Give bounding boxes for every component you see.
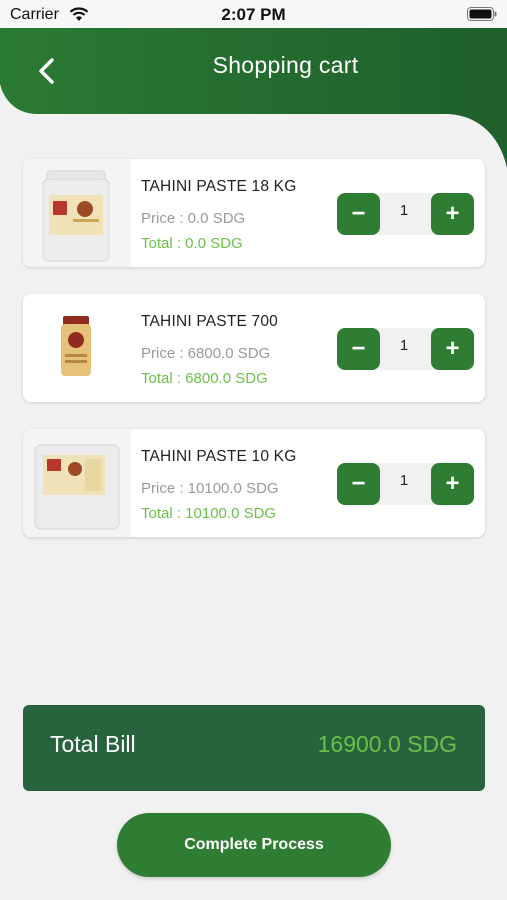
cart-item: TAHINI PASTE 18 KG Price : 0.0 SDG Total… (23, 159, 485, 267)
item-total: Total : 6800.0 SDG (141, 370, 268, 387)
decrease-quantity-button[interactable]: − (337, 193, 380, 235)
total-bill-value: 16900.0 SDG (317, 731, 457, 757)
increase-quantity-button[interactable]: + (431, 328, 474, 370)
decrease-quantity-button[interactable]: − (337, 328, 380, 370)
header-background (0, 28, 507, 168)
item-total: Total : 10100.0 SDG (141, 505, 277, 522)
app-header: Shopping cart (0, 28, 507, 168)
item-name: TAHINI PASTE 18 KG (141, 178, 297, 195)
complete-process-button[interactable]: Complete Process (117, 813, 391, 877)
clock: 2:07 PM (221, 5, 286, 24)
product-image (23, 429, 131, 537)
total-bill-bar: Total Bill 16900.0 SDG (23, 705, 485, 791)
decrease-quantity-button[interactable]: − (337, 463, 380, 505)
battery-icon (467, 7, 497, 21)
cart-item: TAHINI PASTE 10 KG Price : 10100.0 SDG T… (23, 429, 485, 537)
increase-quantity-button[interactable]: + (431, 193, 474, 235)
quantity-value: 1 (399, 472, 409, 489)
item-total: Total : 0.0 SDG (141, 235, 243, 252)
page-title: Shopping cart (212, 52, 359, 78)
status-bar: Carrier 2:07 PM (0, 0, 507, 28)
item-name: TAHINI PASTE 700 (141, 313, 279, 330)
quantity-value: 1 (399, 337, 409, 354)
quantity-value: 1 (399, 202, 409, 219)
increase-quantity-button[interactable]: + (431, 463, 474, 505)
item-name: TAHINI PASTE 10 KG (141, 448, 297, 465)
cart-item: TAHINI PASTE 700 Price : 6800.0 SDG Tota… (23, 294, 485, 402)
item-price: Price : 10100.0 SDG (141, 480, 279, 497)
item-price: Price : 6800.0 SDG (141, 345, 271, 362)
item-price: Price : 0.0 SDG (141, 210, 246, 227)
total-bill-label: Total Bill (50, 731, 136, 757)
product-image (23, 159, 131, 267)
product-image (23, 294, 131, 402)
